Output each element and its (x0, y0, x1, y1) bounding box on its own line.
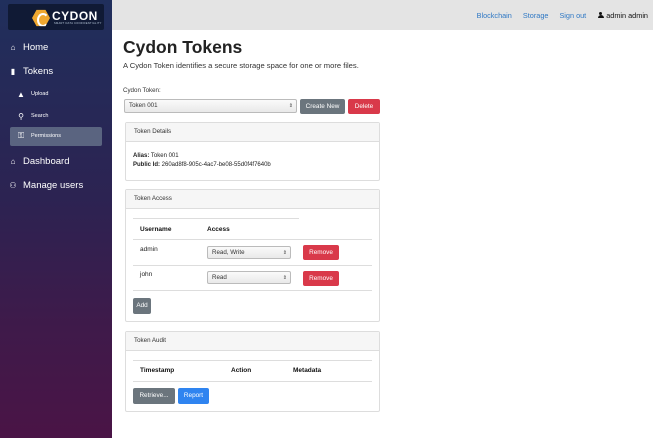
storage-link[interactable]: Storage (523, 11, 549, 20)
divider (133, 290, 372, 291)
select-arrows-icon: ⇕ (282, 250, 287, 256)
sidebar-item-label: Home (23, 42, 49, 53)
divider (133, 381, 372, 382)
alias-value: Token 001 (150, 153, 179, 159)
add-button[interactable]: Add (133, 298, 151, 314)
username-cell: john (140, 271, 153, 278)
access-select-value: Read (212, 274, 227, 281)
logo[interactable]: CYDON SMART DATA CONFIDENTIALITY (8, 4, 104, 30)
key-icon: ⚿ (17, 131, 25, 140)
remove-button[interactable]: Remove (303, 245, 339, 260)
alias-line: Alias: Token 001 (133, 153, 179, 159)
public-id-value: 260ad8f8-905c-4ac7-be08-55d0f4f7640b (161, 162, 271, 168)
token-select-value: Token 001 (129, 102, 158, 109)
sidebar-item-tokens[interactable]: ▮ Tokens (8, 65, 108, 78)
sidebar-item-manage-users[interactable]: ⚇ Manage users (8, 179, 108, 192)
access-select-value: Read, Write (212, 249, 245, 256)
sidebar-item-label: Manage users (23, 180, 84, 191)
sidebar-item-label: Upload (31, 91, 49, 97)
column-header-access: Access (207, 226, 230, 233)
brand-name: CYDON (52, 9, 98, 23)
sidebar-item-label: Search (31, 113, 49, 119)
blockchain-link[interactable]: Blockchain (477, 11, 512, 20)
search-icon: ⚲ (18, 111, 24, 121)
column-header-metadata: Metadata (293, 367, 322, 374)
token-select[interactable]: Token 001 ⇕ (124, 99, 297, 113)
sidebar-item-label: Dashboard (23, 156, 70, 167)
divider (133, 218, 299, 219)
remove-button[interactable]: Remove (303, 271, 339, 286)
page-subtitle: A Cydon Token identifies a secure storag… (123, 61, 359, 70)
sidebar-item-label: Tokens (23, 66, 54, 77)
public-id-label: Public Id: (133, 162, 160, 168)
public-id-line: Public Id: 260ad8f8-905c-4ac7-be08-55d0f… (133, 162, 271, 168)
sidebar-item-dashboard[interactable]: ⌂ Dashboard (8, 155, 108, 168)
alias-label: Alias: (133, 153, 150, 159)
select-arrows-icon: ⇕ (282, 275, 287, 281)
token-select-label: Cydon Token: (123, 87, 161, 94)
sidebar-item-upload[interactable]: ▲ Upload (16, 88, 102, 100)
home-icon: ⌂ (10, 157, 16, 166)
sidebar-item-label: Permissions (31, 133, 61, 139)
logo-hex-icon (32, 9, 50, 27)
column-header-timestamp: Timestamp (140, 367, 175, 374)
sidebar-item-home[interactable]: ⌂ Home (8, 41, 108, 54)
sidebar: CYDON SMART DATA CONFIDENTIALITY ⌂ Home … (0, 0, 112, 438)
delete-button[interactable]: Delete (348, 99, 380, 114)
divider (133, 239, 372, 240)
sidebar-item-permissions[interactable]: ⚿ Permissions (16, 130, 102, 142)
sign-out-link[interactable]: Sign out (559, 11, 586, 20)
select-arrows-icon: ⇕ (288, 103, 293, 109)
user-menu[interactable]: admin admin (597, 11, 648, 20)
username-cell: admin (140, 246, 158, 253)
retrieve-button[interactable]: Retrieve... (133, 388, 175, 404)
column-header-username: Username (140, 226, 172, 233)
upload-icon: ▲ (17, 89, 25, 99)
top-navbar: Blockchain Storage Sign out admin admin (112, 0, 653, 30)
divider (133, 360, 372, 361)
card-header: Token Details (126, 123, 379, 142)
home-icon: ⌂ (10, 43, 16, 52)
create-new-button[interactable]: Create New (300, 99, 345, 114)
divider (133, 265, 372, 266)
access-select[interactable]: Read, Write ⇕ (207, 246, 291, 259)
user-icon (597, 11, 604, 19)
card-header: Token Access (126, 190, 379, 209)
card-header: Token Audit (126, 332, 379, 351)
file-icon: ▮ (10, 67, 16, 76)
access-select[interactable]: Read ⇕ (207, 271, 291, 284)
users-icon: ⚇ (9, 181, 17, 190)
sidebar-item-search[interactable]: ⚲ Search (16, 110, 102, 122)
report-button[interactable]: Report (178, 388, 209, 404)
page-title: Cydon Tokens (123, 37, 243, 57)
column-header-action: Action (231, 367, 252, 374)
user-name: admin admin (606, 10, 648, 20)
token-details-card: Token Details (125, 122, 380, 181)
brand-tagline: SMART DATA CONFIDENTIALITY (54, 22, 102, 25)
